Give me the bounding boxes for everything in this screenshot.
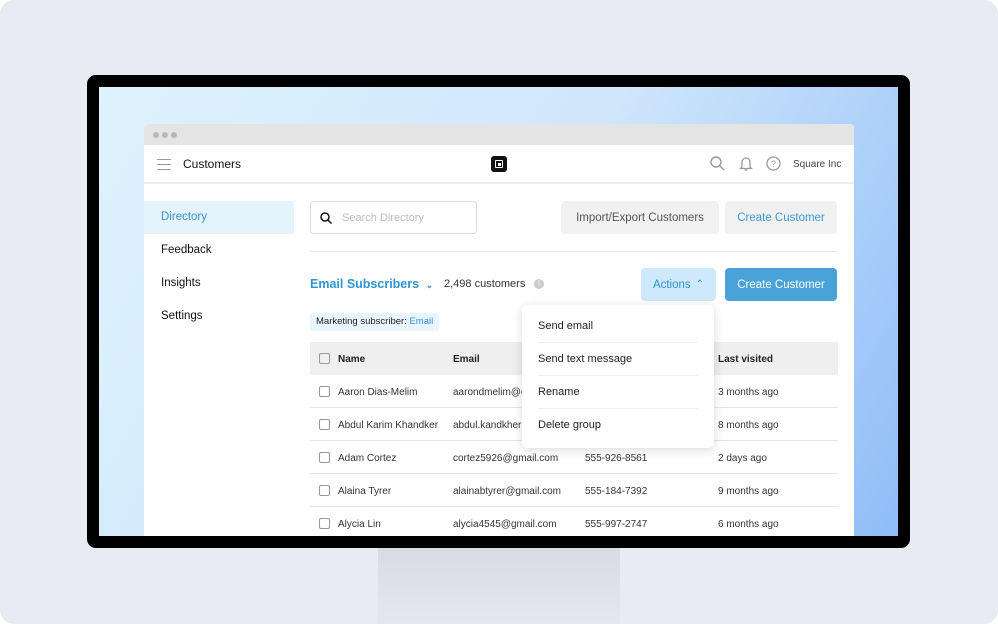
sidebar: Directory Feedback Insights Settings xyxy=(144,201,294,333)
main-content: Search Directory Import/Export Customers… xyxy=(310,124,838,536)
create-customer-button[interactable]: Create Customer xyxy=(725,201,837,234)
window-dot[interactable] xyxy=(171,131,177,138)
header-email[interactable]: Email xyxy=(453,354,480,365)
cell-email: aarondmelim@g xyxy=(453,387,527,398)
cell-name: Alaina Tyrer xyxy=(338,486,392,497)
cell-last-visited: 6 months ago xyxy=(718,519,779,530)
chevron-up-icon: ⌃ xyxy=(695,279,705,290)
search-input[interactable]: Search Directory xyxy=(310,201,477,234)
sidebar-item-insights[interactable]: Insights xyxy=(144,267,294,300)
chevron-down-icon: ⌄ xyxy=(425,280,434,290)
search-icon xyxy=(320,211,332,224)
actions-menu: Send email Send text message Rename Dele… xyxy=(522,305,714,448)
menu-item-send-text[interactable]: Send text message xyxy=(538,343,698,376)
header-last-visited[interactable]: Last visited xyxy=(718,354,773,365)
sidebar-item-feedback[interactable]: Feedback xyxy=(144,234,294,267)
window-dot[interactable] xyxy=(162,131,168,138)
cell-email: abdul.kandkher xyxy=(453,420,522,431)
cell-last-visited: 9 months ago xyxy=(718,486,779,497)
cell-email: cortez5926@gmail.com xyxy=(453,453,559,464)
cell-phone: 555-997-2747 xyxy=(585,519,648,530)
table-row[interactable]: Alaina Tyrer alainabtyrer@gmail.com 555-… xyxy=(310,474,838,507)
row-checkbox[interactable] xyxy=(319,419,330,430)
page-title: Customers xyxy=(183,157,242,171)
cell-phone: 555-184-7392 xyxy=(585,486,648,497)
cell-name: Abdul Karim Khandker xyxy=(338,420,439,431)
menu-item-rename[interactable]: Rename xyxy=(538,376,698,409)
browser-window: Customers ? Square Inc Directory Feedbac… xyxy=(144,124,854,536)
cell-last-visited: 2 days ago xyxy=(718,453,767,464)
row-checkbox[interactable] xyxy=(319,452,330,463)
actions-label: Actions xyxy=(652,278,691,291)
group-selector[interactable]: Email Subscribers ⌄ xyxy=(310,277,433,291)
divider xyxy=(310,251,838,252)
filter-value: Email xyxy=(409,316,434,327)
cell-name: Alycia Lin xyxy=(338,519,381,530)
search-placeholder: Search Directory xyxy=(342,211,424,224)
cell-email: alycia4545@gmail.com xyxy=(453,519,557,530)
cell-name: Adam Cortez xyxy=(338,453,397,464)
cell-phone: 555-926-8561 xyxy=(585,453,648,464)
filter-tag[interactable]: Marketing subscriber: Email xyxy=(310,313,440,331)
cell-last-visited: 8 months ago xyxy=(718,420,779,431)
group-name: Email Subscribers xyxy=(310,277,420,291)
sidebar-item-settings[interactable]: Settings xyxy=(144,300,294,333)
import-export-button[interactable]: Import/Export Customers xyxy=(561,201,719,234)
cell-email: alainabtyrer@gmail.com xyxy=(453,486,561,497)
header-name[interactable]: Name xyxy=(338,354,365,365)
menu-item-delete-group[interactable]: Delete group xyxy=(538,409,698,442)
actions-button[interactable]: Actions ⌃ xyxy=(641,268,716,301)
cell-last-visited: 3 months ago xyxy=(718,387,779,398)
hamburger-icon[interactable] xyxy=(157,159,171,170)
table-row[interactable]: Alycia Lin alycia4545@gmail.com 555-997-… xyxy=(310,507,838,536)
row-checkbox[interactable] xyxy=(319,485,330,496)
filter-key: Marketing subscriber: xyxy=(316,316,407,327)
cell-name: Aaron Dias-Melim xyxy=(338,387,418,398)
info-icon[interactable]: i xyxy=(534,279,544,289)
monitor-screen: Customers ? Square Inc Directory Feedbac… xyxy=(99,87,898,536)
customer-count: 2,498 customers xyxy=(444,278,526,290)
row-checkbox[interactable] xyxy=(319,518,330,529)
create-customer-primary-button[interactable]: Create Customer xyxy=(725,268,837,301)
menu-item-send-email[interactable]: Send email xyxy=(538,310,698,343)
window-dot[interactable] xyxy=(153,131,159,138)
row-checkbox[interactable] xyxy=(319,386,330,397)
sidebar-item-directory[interactable]: Directory xyxy=(144,201,294,234)
select-all-checkbox[interactable] xyxy=(319,353,330,364)
monitor-stand xyxy=(378,548,620,624)
